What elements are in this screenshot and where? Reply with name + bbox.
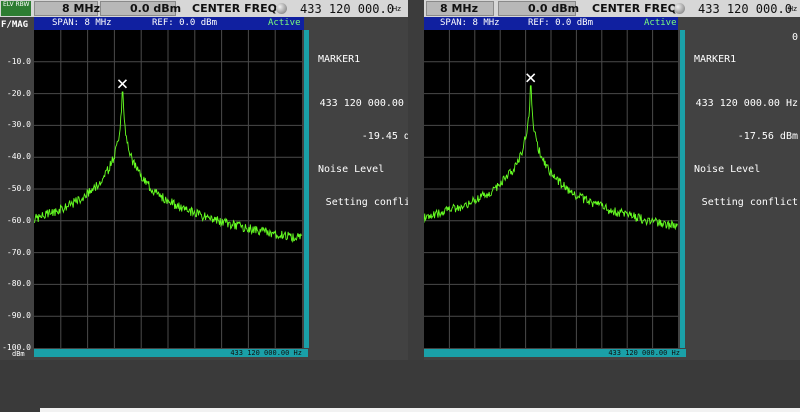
marker-name: MARKER1 — [694, 54, 737, 65]
right-marker-info: MARKER1 0 433 120 000.00 Hz -17.56 dBm N… — [694, 32, 798, 230]
bottom-background — [0, 360, 800, 412]
left-spectrum-svg — [34, 30, 302, 348]
marker-name: MARKER1 — [318, 54, 361, 65]
center-freq-value: 433 120 000.0 — [300, 2, 394, 16]
ref-value: 0.0 dBm — [130, 2, 182, 15]
center-freq-unit: Hz — [392, 5, 401, 13]
status-active: Active — [268, 18, 301, 28]
y-tick-label: -30.0 — [6, 120, 31, 130]
marker-frequency: 433 120 000.00 Hz — [319, 98, 404, 109]
left-spectrum-plot[interactable] — [34, 30, 302, 348]
y-tick-label: -50.0 — [6, 184, 31, 193]
marker-x-icon[interactable] — [117, 79, 128, 89]
marker-frequency: 433 120 000.00 Hz — [695, 98, 798, 109]
noise-level-label: Noise Level — [694, 164, 761, 175]
left-vertical-scrollbar[interactable] — [304, 30, 309, 348]
noise-level-value: Setting conflict — [701, 197, 798, 208]
span-value: 8 MHz — [440, 2, 479, 15]
status-active: Active — [644, 18, 677, 28]
right-spectrum-svg — [424, 30, 678, 348]
left-status-bar: SPAN: 8 MHz REF: 0.0 dBm Active — [34, 17, 304, 30]
center-freq-knob-icon[interactable] — [276, 3, 287, 14]
left-marker-info: MARKER1 0 433 120 000.00 Hz -19.45 dBm N… — [318, 32, 408, 230]
y-axis-title: F/MAG — [1, 20, 29, 30]
marker-level: -17.56 dBm — [737, 131, 798, 142]
right-analyzer-panel: 8 MHz 0.0 dBm CENTER FREQ: 433 120 000.0… — [424, 0, 800, 360]
status-span: SPAN: 8 MHz — [440, 18, 500, 28]
left-topbar: ELV RBW 8 MHz 0.0 dBm CENTER FREQ: 433 1… — [0, 0, 408, 17]
span-value: 8 MHz — [62, 2, 101, 15]
left-bottom-bar: 433 120 000.00 Hz — [34, 349, 308, 357]
y-tick-label: -70.0 — [6, 247, 31, 257]
left-analyzer-panel: ELV RBW 8 MHz 0.0 dBm CENTER FREQ: 433 1… — [0, 0, 408, 360]
y-tick-label: -40.0 — [6, 152, 31, 162]
center-freq-unit: Hz — [788, 5, 797, 13]
center-freq-label: CENTER FREQ: — [592, 2, 682, 15]
y-tick-label: -60.0 — [6, 215, 31, 225]
status-span: SPAN: 8 MHz — [52, 18, 112, 28]
status-ref: REF: 0.0 dBm — [528, 18, 594, 28]
y-axis-unit: dBm — [12, 350, 25, 358]
status-ref: REF: 0.0 dBm — [152, 18, 218, 28]
left-y-axis: -10.0 -20.0 -30.0 -40.0 -50.0 -60.0 -70.0 -80.0… — [0, 0, 34, 360]
y-tick-label: -90.0 — [6, 311, 31, 321]
noise-level-value: Setting conflict — [325, 197, 408, 208]
y-tick-label: -20.0 — [6, 88, 31, 98]
noise-level-label: Noise Level — [318, 164, 385, 175]
y-tick-label: -10.0 — [6, 56, 31, 66]
center-freq-knob-icon[interactable] — [674, 3, 685, 14]
center-freq-label: CENTER FREQ: — [192, 2, 282, 15]
marker-level: -19.45 dBm — [361, 131, 408, 142]
ref-value: 0.0 dBm — [528, 2, 580, 15]
right-topbar: 8 MHz 0.0 dBm CENTER FREQ: 433 120 000.0… — [424, 0, 800, 17]
marker-number: 0 — [791, 32, 798, 43]
bottom-white-line — [40, 408, 800, 412]
right-status-bar: SPAN: 8 MHz REF: 0.0 dBm Active — [424, 17, 678, 30]
right-vertical-scrollbar[interactable] — [680, 30, 685, 348]
right-spectrum-plot[interactable] — [424, 30, 678, 348]
y-tick-label: -80.0 — [6, 279, 31, 289]
right-bottom-bar: 433 120 000.00 Hz — [424, 349, 686, 357]
center-freq-value: 433 120 000.0 — [698, 2, 792, 16]
marker-x-icon[interactable] — [526, 73, 536, 83]
